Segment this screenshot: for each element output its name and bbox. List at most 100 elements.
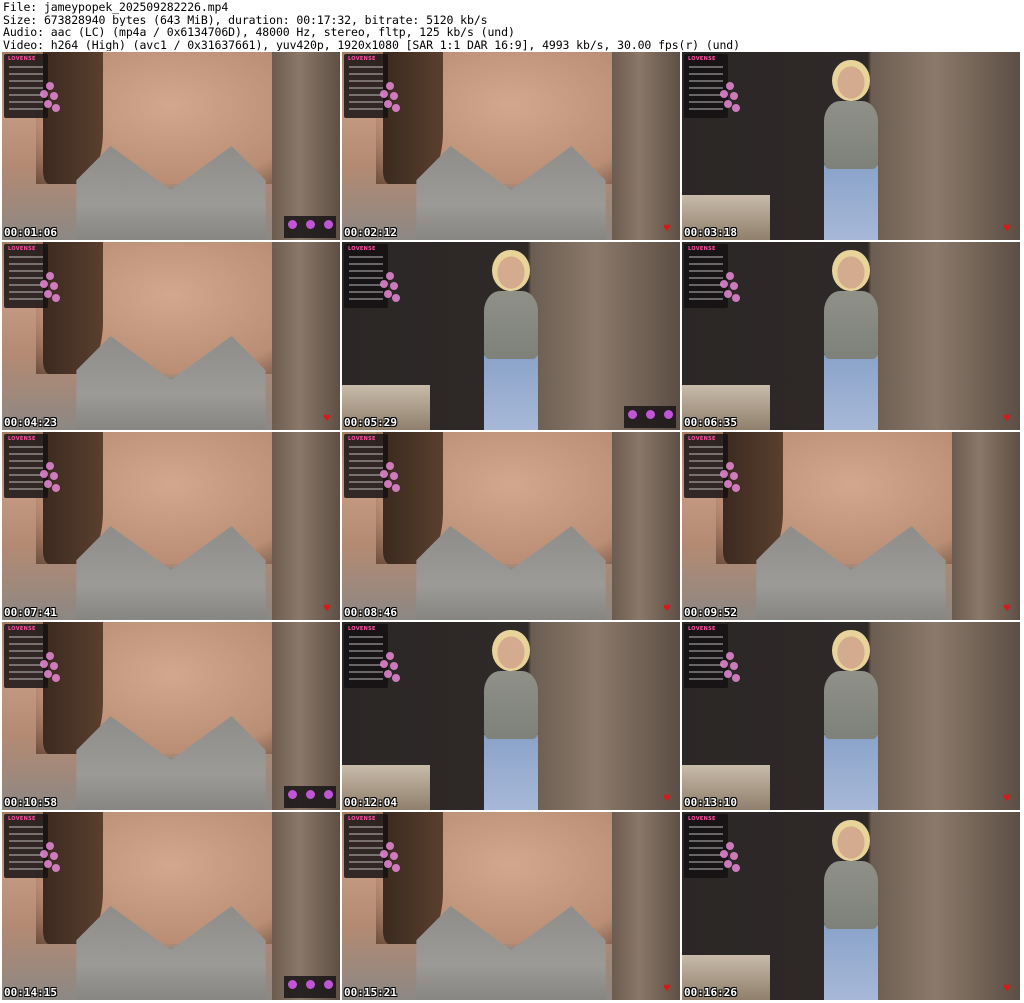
toy-icon [324,790,333,799]
video-thumbnail[interactable]: LOVENSE 00:05:29 [342,242,680,430]
overlay-row [349,840,383,842]
overlay-row [9,108,43,110]
overlay-row [689,453,723,455]
heart-icon: ♥ [323,414,332,424]
file-info-header: File: jameypopek_202509282226.mp4 Size: … [3,1,1021,51]
overlay-row [349,108,383,110]
video-thumbnail[interactable]: LOVENSE ♥ 00:08:46 [342,432,680,620]
overlay-row [349,453,383,455]
overlay-row [9,678,43,680]
overlay-row [349,101,383,103]
flower-petal [380,660,388,668]
video-thumbnail[interactable]: LOVENSE ♥ 00:12:04 [342,622,680,810]
timestamp-label: 00:01:06 [4,226,57,239]
thumbnail-image [682,52,1020,240]
overlay-row [9,87,43,89]
flower-petal [380,470,388,478]
flower-petal [732,294,740,302]
overlay-row [349,861,383,863]
video-thumbnail[interactable]: LOVENSE 00:10:58 [2,622,340,810]
file-size-line: Size: 673828940 bytes (643 MiB), duratio… [3,13,488,26]
flower-petal [392,294,400,302]
flower-petal [726,272,734,280]
overlay-row [349,488,383,490]
overlay-row [9,664,43,666]
flower-petal [386,652,394,660]
video-thumbnail[interactable]: LOVENSE ♥ 00:13:10 [682,622,1020,810]
video-thumbnail[interactable]: LOVENSE ♥ 00:04:23 [2,242,340,430]
flower-petal [392,864,400,872]
flower-petal [44,290,52,298]
overlay-row [9,66,43,68]
toy-icon [306,220,315,229]
figure-body-shape [483,670,539,739]
overlay-row [9,826,43,828]
flower-petal [52,864,60,872]
toy-icon [646,410,655,419]
flower-petal [726,82,734,90]
flower-petal [40,660,48,668]
flower-petal [46,82,54,90]
overlay-row [349,643,383,645]
video-thumbnail[interactable]: LOVENSE ♥ 00:15:21 [342,812,680,1000]
heart-icon: ♥ [1003,794,1012,804]
overlay-row [349,474,383,476]
video-thumbnail[interactable]: LOVENSE ♥ 00:06:35 [682,242,1020,430]
flower-decoration [380,842,400,872]
thumbnail-image [342,242,680,430]
overlay-row [689,861,723,863]
flower-petal [732,104,740,112]
flower-petal [44,100,52,108]
timestamp-label: 00:02:12 [344,226,397,239]
video-thumbnail[interactable]: LOVENSE ♥ 00:07:41 [2,432,340,620]
overlay-row [689,270,723,272]
overlay-row [349,298,383,300]
flower-petal [52,674,60,682]
overlay-row [349,284,383,286]
flower-petal [380,90,388,98]
toy-icon [288,220,297,229]
overlay-row [349,854,383,856]
timestamp-label: 00:05:29 [344,416,397,429]
flower-decoration [720,462,740,492]
toy-icons-panel [284,786,336,808]
toy-icons-panel [284,216,336,238]
overlay-row [349,847,383,849]
overlay-row [349,256,383,258]
thumbnail-image [2,432,340,620]
overlay-row [9,854,43,856]
overlay-row [689,284,723,286]
overlay-row [349,481,383,483]
video-thumbnail[interactable]: LOVENSE ♥ 00:16:26 [682,812,1020,1000]
overlay-row [689,263,723,265]
video-thumbnail[interactable]: LOVENSE ♥ 00:03:18 [682,52,1020,240]
flower-decoration [40,272,60,302]
toy-icon [306,790,315,799]
file-name-line: File: jameypopek_202509282226.mp4 [3,1,229,14]
flower-petal [50,472,58,480]
figure-head-shape [832,249,870,291]
flower-decoration [40,82,60,112]
heart-icon: ♥ [663,984,672,994]
overlay-row [9,650,43,652]
flower-petal [40,470,48,478]
flower-decoration [380,652,400,682]
figure-head-shape [492,629,530,671]
overlay-row [9,270,43,272]
video-thumbnail[interactable]: LOVENSE 00:14:15 [2,812,340,1000]
flower-petal [390,852,398,860]
overlay-row [689,73,723,75]
video-thumbnail[interactable]: LOVENSE 00:01:06 [2,52,340,240]
flower-petal [46,842,54,850]
timestamp-label: 00:10:58 [4,796,57,809]
overlay-brand-label: LOVENSE [8,56,36,62]
flower-petal [50,662,58,670]
figure-body-shape [823,860,879,929]
thumbnail-image [342,52,680,240]
overlay-row [9,671,43,673]
thumbnail-image [2,812,340,1000]
overlay-row [9,833,43,835]
flower-petal [730,852,738,860]
video-thumbnail[interactable]: LOVENSE ♥ 00:09:52 [682,432,1020,620]
video-thumbnail[interactable]: LOVENSE ♥ 00:02:12 [342,52,680,240]
